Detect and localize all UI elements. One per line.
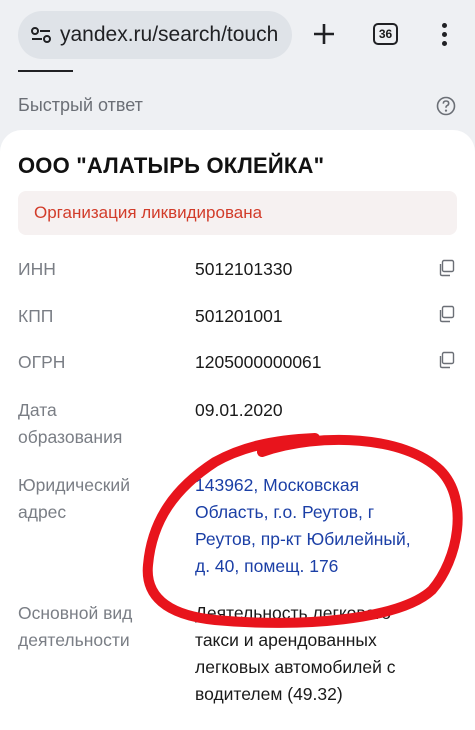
help-icon[interactable] — [436, 96, 456, 116]
new-tab-button[interactable] — [308, 18, 340, 50]
copy-icon[interactable] — [437, 305, 455, 323]
menu-dot — [441, 40, 447, 46]
ogrn-label: ОГРН — [18, 352, 66, 372]
browser-toolbar: yandex.ru/search/touch 36 — [0, 0, 475, 72]
address-line: д. 40, помещ. 176 — [195, 556, 339, 576]
activity-line: водителем (49.32) — [195, 684, 343, 704]
tab-switcher-button[interactable]: 36 — [373, 23, 398, 45]
url-text[interactable]: yandex.ru/search/touch — [60, 23, 278, 47]
ogrn-value[interactable]: 1205000000061 — [195, 349, 322, 376]
page-info-icon[interactable] — [30, 24, 52, 46]
inn-value[interactable]: 5012101330 — [195, 256, 292, 283]
copy-icon[interactable] — [437, 259, 455, 277]
quick-answer-title: Быстрый ответ — [18, 95, 143, 115]
more-menu-button[interactable] — [434, 18, 454, 50]
activity-line: легковых автомобилей с — [195, 657, 396, 677]
tab-count: 36 — [378, 27, 393, 41]
address-label-line: адрес — [18, 502, 67, 522]
founded-label: Дата образования — [18, 397, 122, 451]
status-badge: Организация ликвидирована — [18, 191, 457, 235]
activity-value: Деятельность легкового такси и арендован… — [195, 600, 396, 708]
address-line: Область, г.о. Реутов, г — [195, 502, 375, 522]
activity-label-line: Основной вид — [18, 603, 133, 623]
active-tab-indicator — [18, 70, 73, 72]
copy-icon[interactable] — [437, 351, 455, 369]
kpp-value[interactable]: 501201001 — [195, 303, 283, 330]
plus-icon — [314, 24, 334, 44]
address-line: 143962, Московская — [195, 475, 360, 495]
inn-label: ИНН — [18, 259, 56, 279]
address-label-line: Юридический — [18, 475, 130, 495]
activity-label: Основной вид деятельности — [18, 600, 132, 654]
founded-label-line: образования — [18, 427, 123, 447]
activity-line: такси и арендованных — [195, 630, 377, 650]
founded-value: 09.01.2020 — [195, 400, 283, 420]
company-name: ООО "АЛАТЫРЬ ОКЛЕЙКА" — [18, 153, 325, 178]
address-line: Реутов, пр-кт Юбилейный, — [195, 529, 411, 549]
menu-dot — [441, 31, 447, 37]
menu-dot — [441, 22, 447, 28]
founded-label-line: Дата — [18, 400, 57, 420]
address-bar[interactable]: yandex.ru/search/touch — [18, 11, 292, 59]
kpp-label: КПП — [18, 306, 54, 326]
address-label: Юридический адрес — [18, 472, 130, 526]
activity-label-line: деятельности — [18, 630, 130, 650]
activity-line: Деятельность легкового — [195, 603, 391, 623]
address-link[interactable]: 143962, Московская Область, г.о. Реутов,… — [195, 472, 411, 580]
status-text: Организация ликвидирована — [34, 203, 263, 222]
